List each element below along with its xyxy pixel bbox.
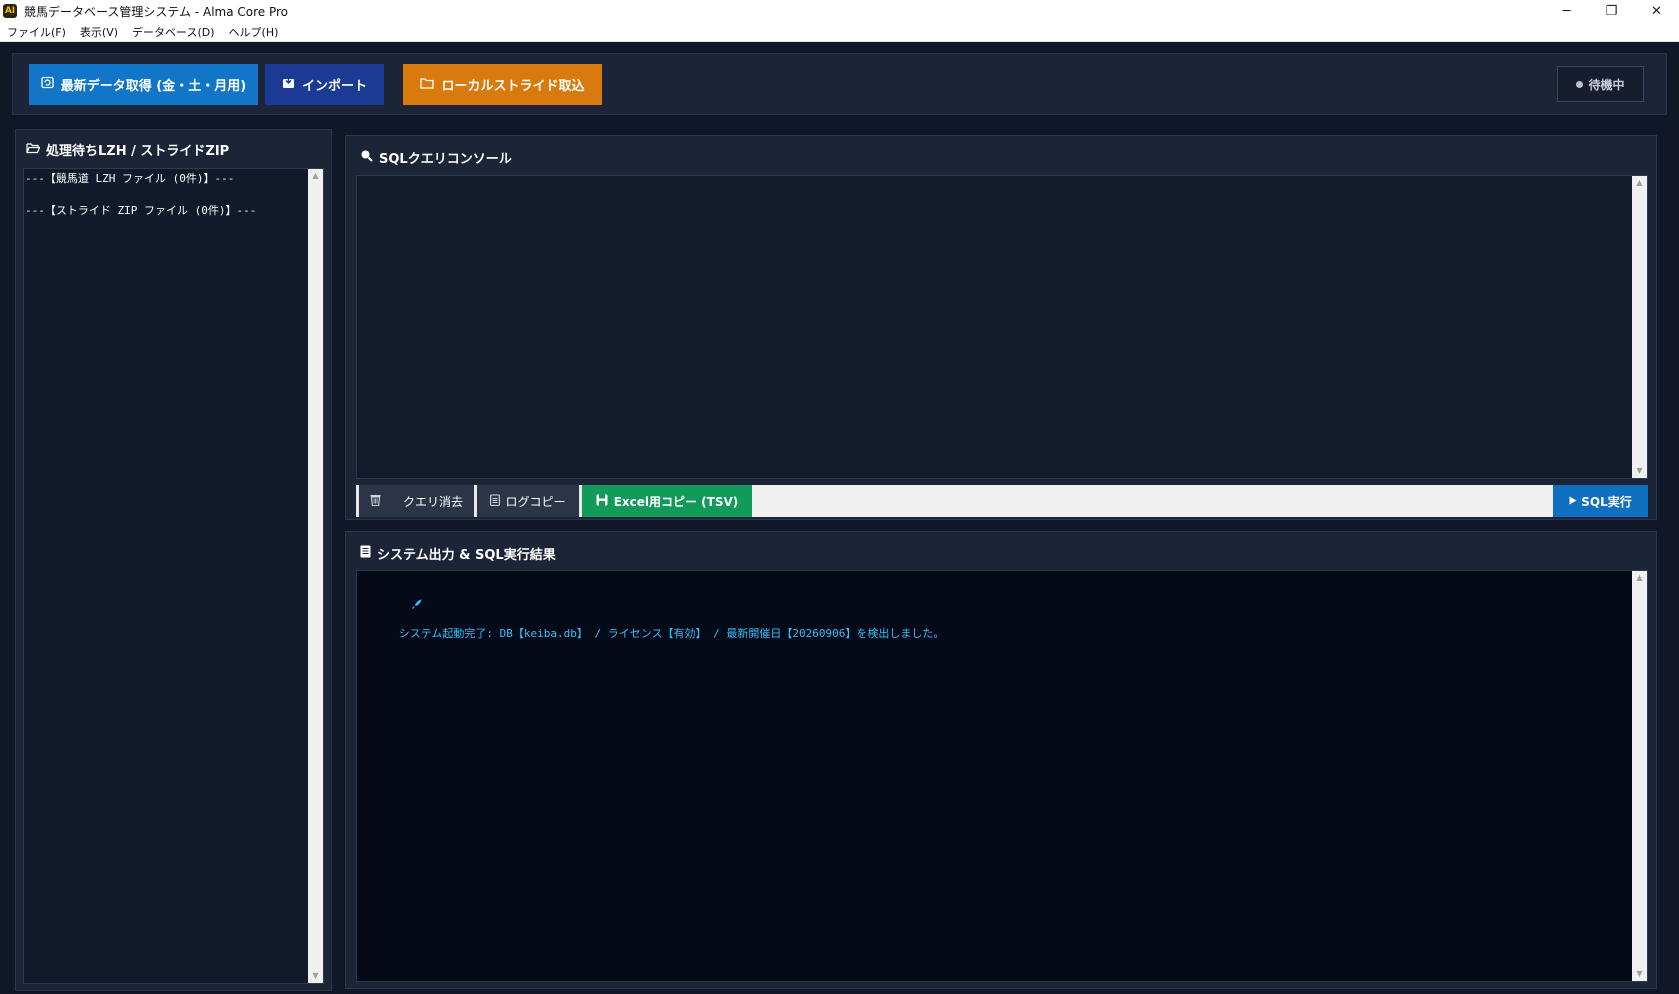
sql-query-input[interactable]: ▲ ▼	[356, 175, 1648, 479]
local-stride-import-label: ローカルストライド取込	[441, 79, 585, 94]
log-copy-button[interactable]: ログコピー	[474, 485, 579, 517]
minimize-button[interactable]: ─	[1544, 0, 1589, 22]
pending-files-panel: 処理待ちLZH / ストライドZIP ---【競馬道 LZH ファイル (0件)…	[15, 129, 332, 991]
clear-query-label: クエリ消去	[402, 494, 463, 509]
toolbar: 最新データ取得 (金・土・月用) インポート ローカルストライド取込 待機中	[12, 53, 1667, 115]
status-badge: 待機中	[1557, 66, 1644, 102]
import-icon	[282, 76, 295, 93]
menu-file[interactable]: ファイル(F)	[0, 24, 73, 40]
log-copy-label: ログコピー	[505, 494, 566, 509]
refresh-icon	[41, 76, 54, 93]
log-entry: システム起動完了: DB【keiba.db】 / ライセンス【有効】 / 最新開…	[359, 573, 944, 654]
title-bar: AI 競馬データベース管理システム - Alma Core Pro ─ ❐ ✕	[0, 0, 1679, 22]
excel-copy-label: Excel用コピー (TSV)	[613, 494, 739, 509]
action-bar-spacer	[752, 485, 1553, 517]
menu-view[interactable]: 表示(V)	[73, 24, 125, 40]
status-label: 待機中	[1588, 77, 1625, 92]
play-icon	[1569, 494, 1577, 508]
log-entry-text: システム起動完了: DB【keiba.db】 / ライセンス【有効】 / 最新開…	[398, 627, 945, 640]
scroll-up-arrow-icon[interactable]: ▲	[1632, 573, 1647, 583]
run-sql-button[interactable]: SQL実行	[1553, 485, 1648, 517]
status-dot-icon	[1576, 80, 1584, 88]
maximize-button[interactable]: ❐	[1589, 0, 1634, 22]
trash-icon	[370, 494, 381, 509]
sql-console-panel: SQLクエリコンソール ▲ ▼ クエリ消去 ログコピー Excel用コピー (T…	[345, 135, 1657, 520]
output-scrollbar[interactable]: ▲ ▼	[1632, 571, 1647, 981]
rocket-icon	[359, 599, 422, 625]
system-output-title: システム出力 & SQL実行結果	[377, 548, 556, 563]
system-output-log[interactable]: システム起動完了: DB【keiba.db】 / ライセンス【有効】 / 最新開…	[356, 570, 1648, 982]
scroll-down-arrow-icon[interactable]: ▼	[1632, 466, 1647, 476]
list-item[interactable]: ---【競馬道 LZH ファイル (0件)】---	[25, 169, 308, 201]
window-controls: ─ ❐ ✕	[1544, 0, 1679, 22]
pending-files-scrollbar[interactable]: ▲ ▼	[308, 169, 323, 983]
menu-database[interactable]: データベース(D)	[125, 24, 222, 40]
scroll-down-arrow-icon[interactable]: ▼	[308, 971, 323, 981]
folder-icon	[420, 77, 435, 93]
pending-files-header: 処理待ちLZH / ストライドZIP	[26, 140, 229, 159]
sql-console-title: SQLクエリコンソール	[379, 152, 512, 167]
menu-bar: ファイル(F) 表示(V) データベース(D) ヘルプ(H)	[0, 22, 1679, 42]
run-sql-label: SQL実行	[1581, 494, 1632, 509]
excel-icon	[596, 494, 608, 509]
folder-open-icon	[26, 142, 41, 158]
import-label: インポート	[301, 79, 367, 94]
app-logo-icon: AI	[3, 4, 17, 18]
fetch-latest-data-label: 最新データ取得 (金・土・月用)	[60, 79, 247, 94]
scroll-down-arrow-icon[interactable]: ▼	[1632, 969, 1647, 979]
list-item[interactable]: ---【ストライド ZIP ファイル (0件)】---	[25, 201, 308, 233]
window-title: 競馬データベース管理システム - Alma Core Pro	[24, 4, 289, 19]
menu-help[interactable]: ヘルプ(H)	[222, 24, 286, 40]
document-icon	[360, 545, 371, 562]
scroll-up-arrow-icon[interactable]: ▲	[308, 171, 323, 181]
local-stride-import-button[interactable]: ローカルストライド取込	[403, 64, 602, 105]
pending-files-title: 処理待ちLZH / ストライドZIP	[46, 144, 230, 159]
clipboard-icon	[490, 493, 501, 509]
sql-editor-scrollbar[interactable]: ▲ ▼	[1632, 176, 1647, 478]
system-output-header: システム出力 & SQL実行結果	[360, 544, 556, 563]
magnifier-icon	[360, 149, 373, 166]
scroll-up-arrow-icon[interactable]: ▲	[1632, 178, 1647, 188]
close-button[interactable]: ✕	[1634, 0, 1679, 22]
system-output-panel: システム出力 & SQL実行結果 システム起動完了: DB【keiba.db】 …	[345, 531, 1657, 989]
import-button[interactable]: インポート	[265, 64, 384, 105]
fetch-latest-data-button[interactable]: 最新データ取得 (金・土・月用)	[29, 64, 258, 105]
sql-console-header: SQLクエリコンソール	[360, 148, 512, 167]
excel-copy-button[interactable]: Excel用コピー (TSV)	[579, 485, 752, 517]
pending-files-list[interactable]: ---【競馬道 LZH ファイル (0件)】--- ---【ストライド ZIP …	[23, 168, 324, 984]
clear-query-button[interactable]: クエリ消去	[356, 485, 474, 517]
sql-action-bar: クエリ消去 ログコピー Excel用コピー (TSV) SQL実行	[356, 485, 1648, 517]
